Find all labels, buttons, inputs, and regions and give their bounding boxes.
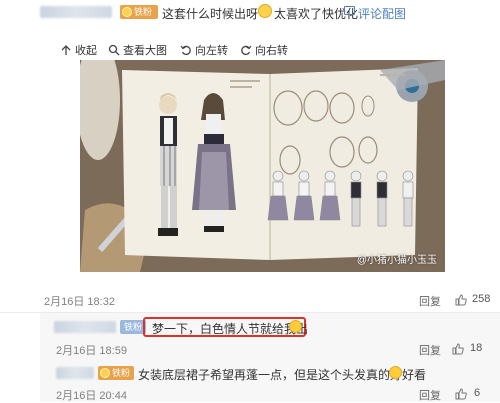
reply2-reply-button[interactable]: 回复 bbox=[419, 387, 441, 403]
reply1-date: 2月16日 18:59 bbox=[56, 345, 127, 357]
rotate-right-icon bbox=[241, 45, 252, 56]
rotate-left-icon bbox=[180, 45, 191, 56]
reply1-reply-button[interactable]: 回复 bbox=[419, 342, 441, 358]
laugh-emoji-icon bbox=[258, 4, 272, 18]
reply2-date: 2月16日 20:44 bbox=[56, 390, 127, 402]
comment-text: 这套什么时候出呀 bbox=[162, 7, 259, 21]
reply2-badge: 铁粉 bbox=[98, 366, 134, 380]
character-art bbox=[80, 60, 445, 272]
view-large-button[interactable]: 查看大图 bbox=[108, 42, 167, 58]
reply-button[interactable]: 回复 bbox=[419, 293, 441, 309]
reply1-like-icon[interactable] bbox=[452, 343, 464, 355]
image-reply-link[interactable]: 评论配图 bbox=[358, 5, 406, 22]
post-date: 2月16日 18:32 bbox=[44, 296, 115, 308]
image-watermark: @小猪小猫小玉玉 bbox=[356, 255, 437, 266]
fan-badge-icon bbox=[122, 7, 132, 17]
reply1-text: 梦一下，白色情人节就给我出 bbox=[152, 322, 309, 336]
collapse-button[interactable]: 收起 bbox=[60, 42, 97, 58]
like-icon[interactable] bbox=[455, 294, 467, 306]
heart-eyes-emoji-icon bbox=[289, 320, 302, 333]
search-icon bbox=[108, 44, 120, 56]
comment-image[interactable]: @小猪小猫小玉玉 bbox=[80, 60, 445, 272]
image-reply-icon[interactable] bbox=[344, 6, 355, 15]
reply1-username[interactable] bbox=[54, 321, 116, 333]
rotate-left-button[interactable]: 向左转 bbox=[180, 42, 228, 58]
reply2-badge-icon bbox=[100, 368, 110, 378]
commenter-username[interactable] bbox=[40, 6, 112, 18]
reply2-username[interactable] bbox=[56, 367, 94, 379]
reply1-like-count: 18 bbox=[470, 342, 483, 354]
like-count: 258 bbox=[472, 293, 491, 305]
fan-badge: 铁粉 bbox=[120, 5, 158, 19]
reply2-like-icon[interactable] bbox=[455, 388, 467, 400]
worried-emoji-icon bbox=[389, 366, 402, 379]
arrow-up-icon bbox=[61, 45, 71, 55]
reply2-text: 女装底层裙子希望再蓬一点，但是这个头发真的好好看 bbox=[138, 368, 427, 382]
rotate-right-button[interactable]: 向右转 bbox=[240, 42, 288, 58]
reply2-like-count: 6 bbox=[474, 387, 481, 399]
